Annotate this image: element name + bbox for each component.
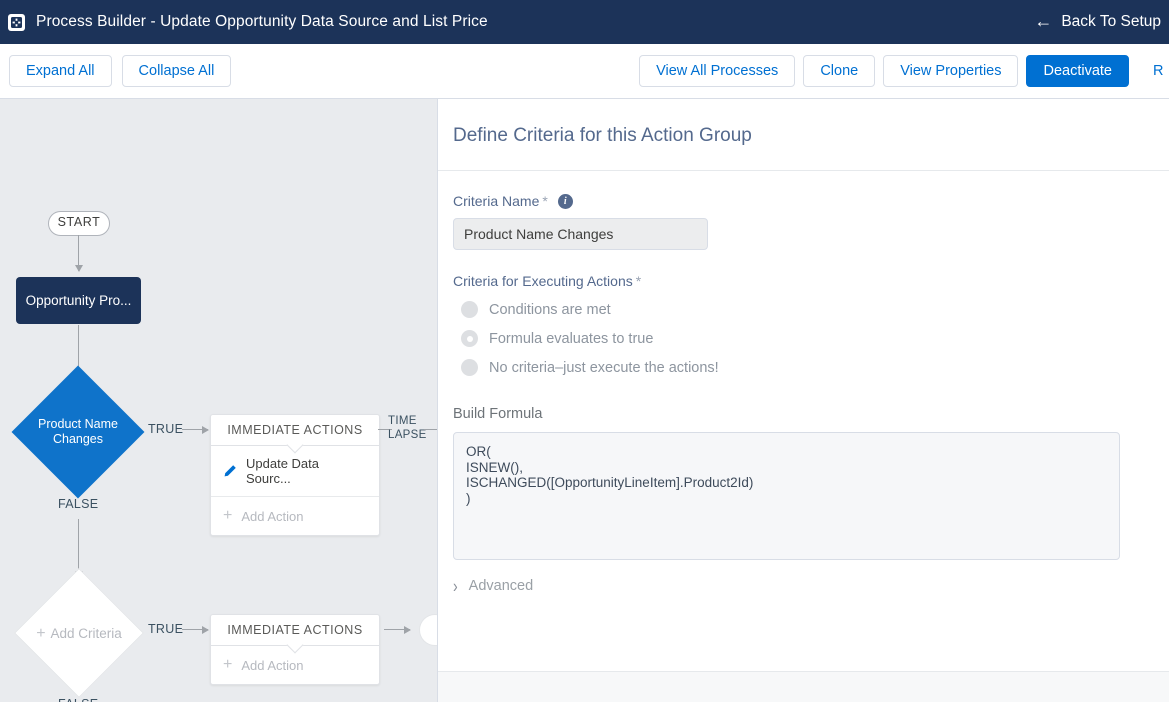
criteria-exec-label: Criteria for Executing Actions xyxy=(453,273,633,289)
time-lapse-node-1[interactable]: TIME LAPSE xyxy=(388,414,427,442)
flow-criteria-node-2-label: Add Criteria xyxy=(50,625,122,641)
build-formula-label: Build Formula xyxy=(453,406,543,422)
radio-conditions-are-met[interactable]: Conditions are met xyxy=(453,301,1169,318)
arrow-left-icon: ← xyxy=(1034,11,1053,31)
radio-formula-evaluates-to-true[interactable]: Formula evaluates to true xyxy=(453,330,1169,347)
build-formula-textarea[interactable] xyxy=(453,432,1120,560)
flow-end-circle-node[interactable] xyxy=(419,614,437,646)
required-marker: * xyxy=(542,193,548,209)
flow-criteria-node-1-label: Product Name Changes xyxy=(38,417,118,446)
connector-criteria-2-true xyxy=(182,625,209,634)
criteria-name-label-row: Criteria Name * i xyxy=(453,193,1169,209)
toolbar-left-group: Expand All Collapse All xyxy=(9,55,232,87)
chevron-right-icon: › xyxy=(453,575,458,597)
view-all-processes-button[interactable]: View All Processes xyxy=(639,55,796,87)
immediate-actions-card-2: IMMEDIATE ACTIONS + Add Action xyxy=(210,614,380,685)
immediate-actions-card-1: IMMEDIATE ACTIONS Update Data Sourc... +… xyxy=(210,414,380,536)
back-to-setup-label: Back To Setup xyxy=(1061,13,1161,30)
criteria-2-true-label: TRUE xyxy=(148,622,184,636)
criteria-name-input[interactable] xyxy=(453,218,708,250)
radio-formula-evaluates-to-true-label: Formula evaluates to true xyxy=(489,330,654,347)
flow-action-item-1[interactable]: Update Data Sourc... xyxy=(211,446,379,497)
detail-panel: Define Criteria for this Action Group Cr… xyxy=(438,99,1169,702)
detail-bottom-strip xyxy=(438,671,1169,702)
flow-canvas: START Opportunity Pro... Product Name Ch… xyxy=(0,99,438,702)
criteria-exec-label-row: Criteria for Executing Actions * xyxy=(453,273,1169,289)
connector-start-to-object xyxy=(74,235,83,272)
radio-no-criteria-label: No criteria–just execute the actions! xyxy=(489,359,719,376)
criteria-1-true-label: TRUE xyxy=(148,422,184,436)
radio-icon xyxy=(461,301,478,318)
plus-icon: + xyxy=(223,656,233,673)
info-icon[interactable]: i xyxy=(557,193,573,209)
time-lapse-line-2: LAPSE xyxy=(388,429,427,441)
toolbar-right-group: View All Processes Clone View Properties… xyxy=(639,55,1169,87)
process-builder-icon xyxy=(8,13,25,31)
main-split: START Opportunity Pro... Product Name Ch… xyxy=(0,99,1169,702)
criteria-2-false-label: FALSE xyxy=(58,697,98,702)
clipped-right-button[interactable]: R xyxy=(1137,55,1169,87)
radio-no-criteria[interactable]: No criteria–just execute the actions! xyxy=(453,359,1169,376)
plus-icon: + xyxy=(36,624,46,642)
detail-body: Criteria Name * i Criteria for Executing… xyxy=(438,171,1169,597)
deactivate-button[interactable]: Deactivate xyxy=(1026,55,1129,87)
flow-start-node: START xyxy=(48,211,110,236)
immediate-actions-header-1: IMMEDIATE ACTIONS xyxy=(211,415,379,446)
time-lapse-line-1: TIME xyxy=(388,415,417,427)
radio-conditions-are-met-label: Conditions are met xyxy=(489,301,611,318)
immediate-actions-header-2: IMMEDIATE ACTIONS xyxy=(211,615,379,646)
back-to-setup-link[interactable]: ← Back To Setup xyxy=(1034,11,1163,31)
criteria-execution-group: Criteria for Executing Actions * Conditi… xyxy=(453,273,1169,376)
criteria-name-label: Criteria Name xyxy=(453,193,540,209)
app-header: Process Builder - Update Opportunity Dat… xyxy=(0,0,1169,44)
add-action-label-1: Add Action xyxy=(241,508,304,524)
toolbar: Expand All Collapse All View All Process… xyxy=(0,44,1169,99)
flow-criteria-node-2-inner: + Add Criteria xyxy=(14,588,144,678)
flow-object-node[interactable]: Opportunity Pro... xyxy=(16,277,141,324)
radio-icon-selected xyxy=(461,330,478,347)
criteria-1-false-label: FALSE xyxy=(58,497,99,511)
required-marker: * xyxy=(635,273,642,289)
page-title: Process Builder - Update Opportunity Dat… xyxy=(36,13,488,30)
connector-criteria-1-true xyxy=(182,425,209,434)
detail-panel-title: Define Criteria for this Action Group xyxy=(453,125,752,146)
add-action-button-1[interactable]: + Add Action xyxy=(211,497,379,535)
add-action-label-2: Add Action xyxy=(241,657,304,673)
plus-icon: + xyxy=(223,507,233,524)
flow-criteria-node-2[interactable]: + Add Criteria xyxy=(13,567,145,699)
connector-time-lapse-right xyxy=(424,429,437,430)
collapse-all-button[interactable]: Collapse All xyxy=(121,55,232,87)
advanced-label: Advanced xyxy=(468,578,534,594)
view-properties-button[interactable]: View Properties xyxy=(883,55,1019,87)
expand-all-button[interactable]: Expand All xyxy=(9,55,112,87)
flow-action-item-1-label: Update Data Sourc... xyxy=(246,456,319,486)
radio-icon xyxy=(461,359,478,376)
app-header-left: Process Builder - Update Opportunity Dat… xyxy=(8,13,488,31)
clone-button[interactable]: Clone xyxy=(803,55,876,87)
connector-criteria-2-to-circle xyxy=(384,625,411,634)
pencil-icon xyxy=(223,464,237,478)
flow-criteria-node-1[interactable]: Product Name Changes xyxy=(14,368,142,496)
advanced-toggle[interactable]: › Advanced xyxy=(453,575,1169,597)
